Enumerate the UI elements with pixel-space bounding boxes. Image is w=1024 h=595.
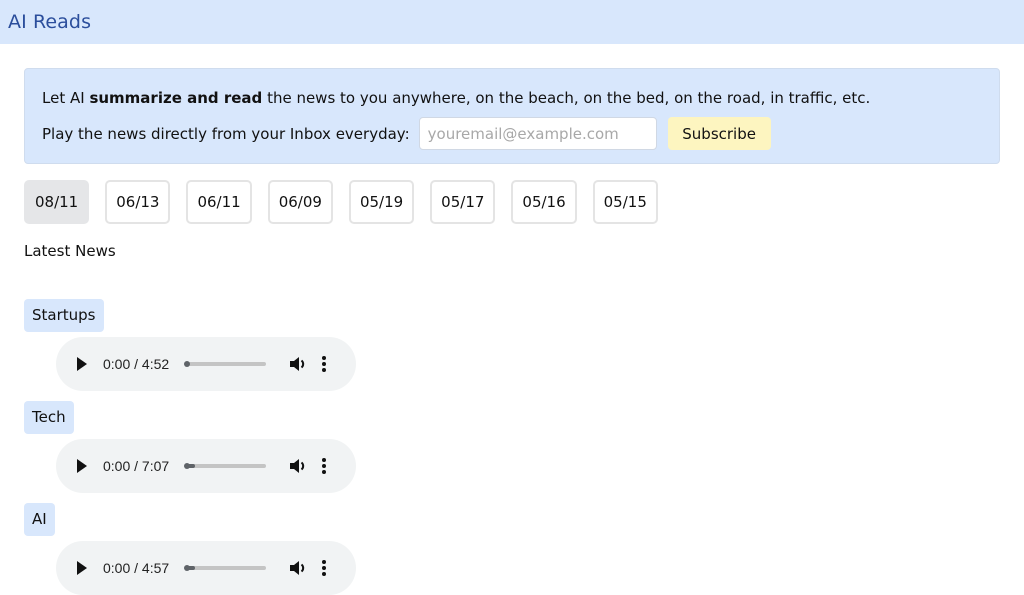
seek-slider[interactable] xyxy=(184,463,266,469)
time-display: 0:00 / 4:52 xyxy=(103,356,170,372)
date-button[interactable]: 05/16 xyxy=(511,180,577,224)
date-button[interactable]: 06/13 xyxy=(105,180,171,224)
play-icon[interactable] xyxy=(76,357,90,371)
email-input[interactable] xyxy=(418,117,657,150)
volume-icon[interactable] xyxy=(289,457,307,475)
subscribe-row: Play the news directly from your Inbox e… xyxy=(42,117,999,150)
date-button[interactable]: 08/11 xyxy=(24,180,90,224)
date-button[interactable]: 06/11 xyxy=(186,180,252,224)
date-button[interactable]: 05/19 xyxy=(348,180,415,224)
app-title: AI Reads xyxy=(8,11,92,33)
time-display: 0:00 / 4:57 xyxy=(103,560,170,576)
subscribe-button[interactable]: Subscribe xyxy=(667,117,771,150)
play-icon[interactable] xyxy=(76,561,90,575)
audio-player: 0:00 / 4:57 xyxy=(56,541,356,595)
news-section-startups: Startups 0:00 / 4:52 xyxy=(24,299,356,391)
seek-slider[interactable] xyxy=(184,361,266,367)
time-display: 0:00 / 7:07 xyxy=(103,458,170,474)
subscribe-label: Play the news directly from your Inbox e… xyxy=(42,124,410,143)
audio-player: 0:00 / 4:52 xyxy=(56,337,356,391)
audio-player: 0:00 / 7:07 xyxy=(56,439,356,493)
date-button[interactable]: 05/17 xyxy=(430,180,496,224)
date-button[interactable]: 06/09 xyxy=(267,180,333,224)
latest-news-heading: Latest News xyxy=(24,242,116,260)
volume-icon[interactable] xyxy=(289,355,307,373)
more-vertical-icon[interactable] xyxy=(321,559,327,577)
tagline-bold: summarize and read xyxy=(89,89,263,107)
category-tag: Tech xyxy=(24,401,74,434)
app-header: AI Reads xyxy=(0,0,1024,44)
news-section-ai: AI 0:00 / 4:57 xyxy=(24,503,356,595)
more-vertical-icon[interactable] xyxy=(321,457,327,475)
seek-thumb[interactable] xyxy=(184,565,190,571)
news-section-tech: Tech 0:00 / 7:07 xyxy=(24,401,356,493)
seek-thumb[interactable] xyxy=(184,463,190,469)
date-selector: 08/11 06/13 06/11 06/09 05/19 05/17 05/1… xyxy=(24,180,658,224)
tagline-suffix: the news to you anywhere, on the beach, … xyxy=(262,89,871,107)
seek-thumb[interactable] xyxy=(184,361,190,367)
more-vertical-icon[interactable] xyxy=(321,355,327,373)
subscribe-banner: Let AI summarize and read the news to yo… xyxy=(24,68,1000,164)
category-tag: Startups xyxy=(24,299,104,332)
date-button[interactable]: 05/15 xyxy=(592,180,658,224)
seek-slider[interactable] xyxy=(184,565,266,571)
category-tag: AI xyxy=(24,503,55,536)
banner-tagline: Let AI summarize and read the news to yo… xyxy=(42,87,999,109)
play-icon[interactable] xyxy=(76,459,90,473)
volume-icon[interactable] xyxy=(289,559,307,577)
tagline-prefix: Let AI xyxy=(42,89,90,107)
